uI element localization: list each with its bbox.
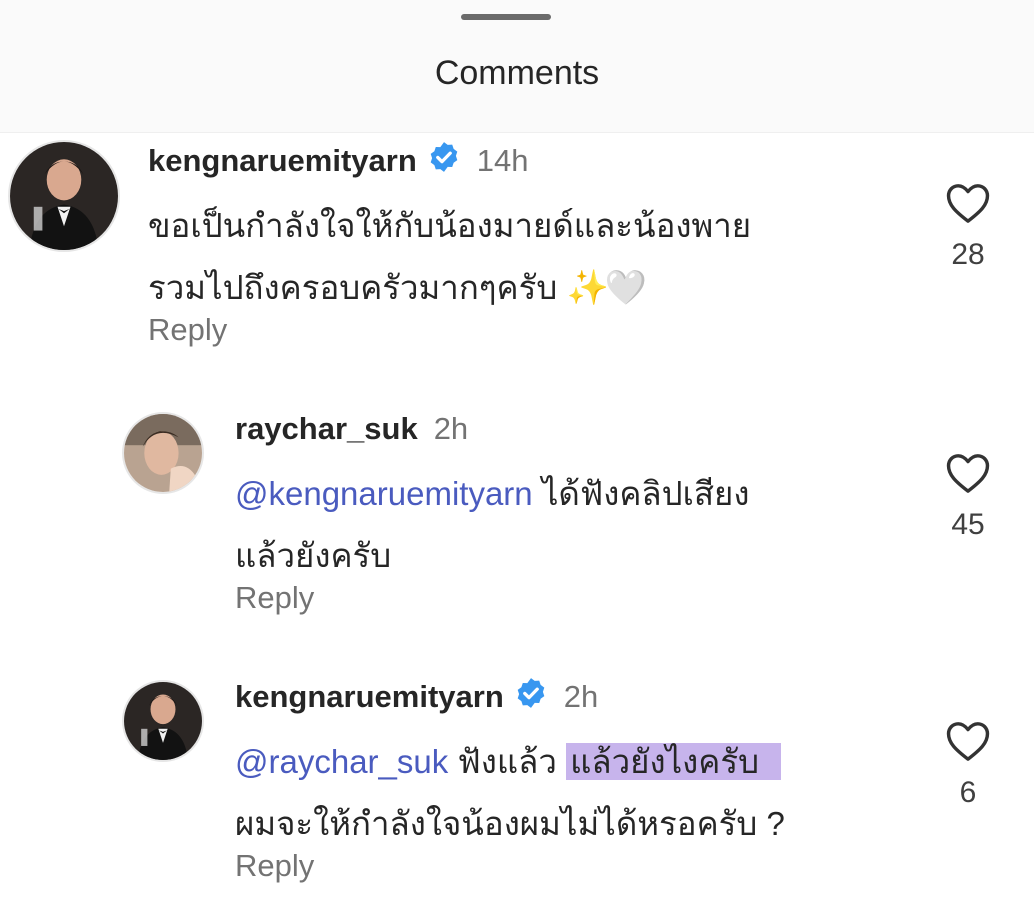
- avatar-photo: [124, 682, 202, 760]
- like-button[interactable]: 45: [938, 452, 998, 542]
- sparkles-white-heart-emoji: ✨🤍: [566, 269, 647, 307]
- like-count: 45: [951, 508, 985, 541]
- comment-text-line: ขอเป็นกำลังใจให้กับน้องมายด์และน้องพาย: [148, 207, 752, 244]
- mention-link[interactable]: @raychar_suk: [235, 743, 448, 780]
- avatar-photo: [124, 414, 202, 492]
- heart-outline-icon: [946, 184, 990, 223]
- reply-button[interactable]: Reply: [235, 580, 314, 616]
- comment-text-line: แล้วยังครับ: [235, 537, 392, 574]
- sheet-header: Comments: [0, 0, 1034, 133]
- comment-text: ขอเป็นกำลังใจให้กับน้องมายด์และน้องพาย ร…: [148, 195, 751, 319]
- verified-badge-icon: [514, 676, 548, 718]
- comment-time: 2h: [433, 411, 469, 446]
- mention-link[interactable]: @kengnaruemityarn: [235, 475, 533, 512]
- comment-username[interactable]: raychar_suk: [235, 411, 418, 447]
- heart-outline-icon: [946, 722, 990, 761]
- comment-text-line: รวมไปถึงครอบครัวมากๆครับ ✨🤍: [148, 257, 751, 319]
- comment-text: @raychar_suk ฟังแล้ว แล้วยังไงครับ ผมจะใ…: [235, 731, 785, 855]
- comment-text-line: @raychar_suk ฟังแล้ว แล้วยังไงครับ: [235, 731, 785, 793]
- reply-button[interactable]: Reply: [148, 312, 227, 348]
- like-count: 6: [959, 776, 977, 809]
- verified-badge-icon: [427, 140, 461, 182]
- like-count: 28: [951, 238, 985, 271]
- like-button[interactable]: 6: [938, 720, 998, 810]
- avatar-photo: [10, 142, 118, 250]
- heart-outline-icon: [946, 454, 990, 493]
- avatar[interactable]: [122, 680, 204, 762]
- comment-text-span: ฟังแล้ว: [448, 743, 567, 780]
- comment-text: @kengnaruemityarn ได้ฟังคลิปเสียง แล้วยั…: [235, 463, 749, 587]
- comment-text-line: @kengnaruemityarn ได้ฟังคลิปเสียง: [235, 463, 749, 525]
- comment-time: 14h: [476, 143, 529, 178]
- highlighted-text: แล้วยังไงครับ: [566, 743, 782, 780]
- comment-text-line: ผมจะให้กำลังใจน้องผมไม่ได้หรอครับ ?: [235, 805, 785, 842]
- sheet-title: Comments: [434, 54, 600, 92]
- avatar[interactable]: [122, 412, 204, 494]
- like-button[interactable]: 28: [938, 182, 998, 272]
- reply-button[interactable]: Reply: [235, 848, 314, 884]
- comment-text-span: ได้ฟังคลิปเสียง: [532, 475, 750, 512]
- comment-username[interactable]: kengnaruemityarn: [235, 679, 504, 715]
- comment-username[interactable]: kengnaruemityarn: [148, 143, 417, 179]
- avatar[interactable]: [8, 140, 120, 252]
- drag-handle[interactable]: [461, 14, 551, 20]
- comment-text-line-content: รวมไปถึงครอบครัวมากๆครับ: [148, 269, 558, 306]
- comment-time: 2h: [563, 679, 599, 714]
